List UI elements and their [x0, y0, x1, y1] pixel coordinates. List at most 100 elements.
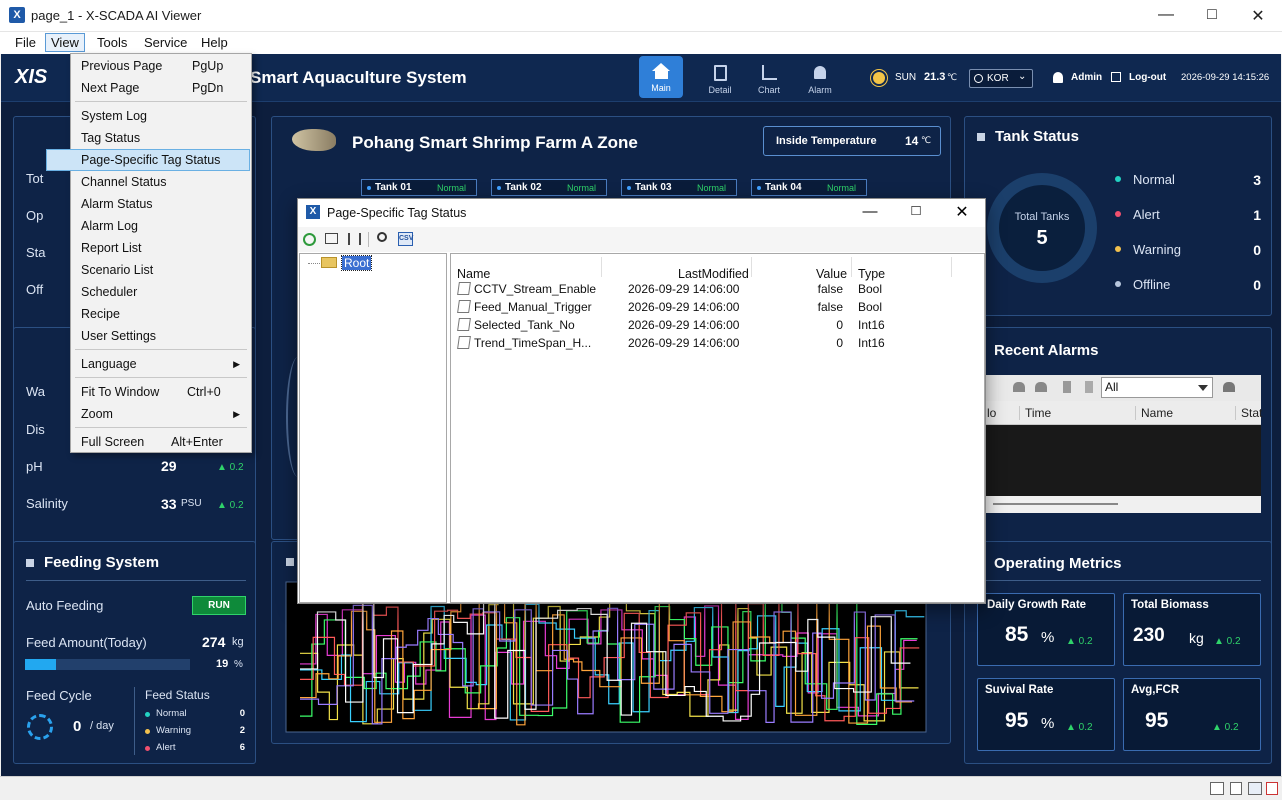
refresh-icon[interactable]: [303, 233, 316, 246]
menu-report-list[interactable]: Report List: [72, 237, 250, 259]
tank-tab-1[interactable]: Tank 01 Normal: [361, 179, 477, 196]
nav-detail[interactable]: Detail: [698, 56, 742, 98]
logout-link[interactable]: Log-out: [1129, 72, 1166, 83]
menu-scheduler[interactable]: Scheduler: [72, 281, 250, 303]
feeding-divider: [26, 580, 246, 581]
col-type[interactable]: Type: [858, 267, 885, 281]
auto-feeding-state[interactable]: RUN: [192, 596, 246, 615]
tank-tab-3[interactable]: Tank 03 Normal: [621, 179, 737, 196]
alarm-filter-icon[interactable]: [1085, 381, 1093, 393]
expand-all-icon[interactable]: [325, 233, 338, 244]
menu-recipe[interactable]: Recipe: [72, 303, 250, 325]
menu-scenario-list[interactable]: Scenario List: [72, 259, 250, 281]
nav-alarm[interactable]: Alarm: [798, 56, 842, 98]
submenu-arrow-icon: ▶: [233, 409, 240, 419]
menu-fit-to-window-shortcut: Ctrl+0: [187, 385, 221, 399]
dialog-close-button[interactable]: ✕: [942, 202, 982, 222]
alarm-col-no[interactable]: lo: [987, 406, 996, 420]
alarm-hscrollbar[interactable]: [985, 496, 1261, 513]
minimize-button[interactable]: —: [1143, 6, 1189, 24]
alarm-col-name[interactable]: Name: [1135, 406, 1173, 420]
menu-language[interactable]: Language ▶: [72, 353, 250, 375]
warning-count: 0: [1253, 242, 1261, 258]
menu-file[interactable]: File: [10, 34, 41, 51]
close-button[interactable]: ✕: [1235, 6, 1281, 26]
feed-status-divider: [134, 687, 135, 755]
alarm-sound-icon[interactable]: [1223, 382, 1235, 392]
dialog-minimize-button[interactable]: —: [850, 203, 890, 220]
menu-fit-to-window[interactable]: Fit To Window Ctrl+0: [72, 381, 250, 403]
row-modified: 2026-09-29 14:06:00: [628, 300, 740, 314]
feeding-title-marker: [26, 559, 34, 568]
menu-system-log[interactable]: System Log: [72, 105, 250, 127]
alarm-hscroll-thumb[interactable]: [993, 503, 1118, 505]
analog-tag-icon: [457, 336, 471, 349]
export-csv-icon[interactable]: CSV: [398, 232, 413, 246]
status-document-icon[interactable]: [1230, 782, 1242, 795]
tank-4-name: Tank 04: [765, 182, 802, 193]
inside-temp-box: Inside Temperature 14 ℃: [763, 126, 941, 156]
nav-main[interactable]: Main: [639, 56, 683, 98]
alarm-filter-select[interactable]: All: [1101, 377, 1213, 398]
language-select[interactable]: KOR ⌄: [969, 69, 1033, 88]
menu-full-screen[interactable]: Full Screen Alt+Enter: [72, 431, 250, 453]
tree-view-icon[interactable]: [348, 233, 361, 245]
inside-temp-value: 14: [905, 134, 919, 148]
menu-zoom[interactable]: Zoom ▶: [72, 403, 250, 425]
menu-user-settings[interactable]: User Settings: [72, 325, 250, 347]
tree-root-node[interactable]: Root: [340, 255, 373, 271]
total-tanks-label: Total Tanks: [1014, 211, 1070, 223]
menu-previous-page[interactable]: Previous Page PgUp: [72, 55, 250, 77]
menu-help[interactable]: Help: [196, 34, 233, 51]
metric-card-survival: Suvival Rate 95 % ▲ 0.2: [977, 678, 1115, 751]
globe-icon: [974, 74, 983, 83]
ph-label: pH: [26, 459, 43, 474]
col-divider: [951, 257, 952, 277]
alarm-bell-off-icon[interactable]: [1063, 381, 1071, 393]
status-error-icon[interactable]: [1266, 782, 1278, 795]
offline-label: Offline: [1133, 277, 1171, 292]
logout-icon[interactable]: [1111, 72, 1121, 82]
alarm-col-status[interactable]: Stat: [1235, 406, 1262, 420]
alarm-ack-icon[interactable]: [1013, 382, 1025, 392]
status-chart-icon[interactable]: [1210, 782, 1224, 795]
nav-chart[interactable]: Chart: [747, 56, 791, 98]
col-last-modified[interactable]: LastModified: [678, 267, 749, 281]
menu-service[interactable]: Service: [139, 34, 192, 51]
menu-view[interactable]: View: [45, 33, 85, 52]
dialog-titlebar: X Page-Specific Tag Status — □ ✕: [298, 199, 985, 227]
menu-tools[interactable]: Tools: [92, 34, 132, 51]
menu-page-specific-tag-status[interactable]: Page-Specific Tag Status: [46, 149, 250, 171]
maximize-button[interactable]: □: [1189, 6, 1235, 24]
alarm-ack-all-icon[interactable]: [1035, 382, 1047, 392]
menu-channel-status[interactable]: Channel Status: [72, 171, 250, 193]
menu-alarm-log[interactable]: Alarm Log: [72, 215, 250, 237]
tank-tab-2[interactable]: Tank 02 Normal: [491, 179, 607, 196]
app-icon: X: [9, 7, 25, 23]
menu-next-page[interactable]: Next Page PgDn: [72, 77, 250, 99]
refresh-cycle-icon: [27, 714, 53, 740]
table-row[interactable]: Trend_TimeSpan_H... 2026-09-29 14:06:00 …: [451, 334, 981, 352]
table-row[interactable]: Selected_Tank_No 2026-09-29 14:06:00 0 I…: [451, 316, 981, 334]
toolbar-separator: [368, 232, 369, 247]
col-divider: [601, 257, 602, 277]
menu-tag-status[interactable]: Tag Status: [72, 127, 250, 149]
col-name[interactable]: Name: [457, 267, 490, 281]
menu-fit-to-window-label: Fit To Window: [81, 385, 160, 399]
tank-4-status: Normal: [827, 183, 857, 193]
tank-4-dot: [757, 186, 761, 190]
tank-tab-4[interactable]: Tank 04 Normal: [751, 179, 867, 196]
tank-1-dot: [367, 186, 371, 190]
status-network-icon[interactable]: [1248, 782, 1262, 795]
table-row[interactable]: Feed_Manual_Trigger 2026-09-29 14:06:00 …: [451, 298, 981, 316]
table-row[interactable]: CCTV_Stream_Enable 2026-09-29 14:06:00 f…: [451, 280, 981, 298]
menu-alarm-status[interactable]: Alarm Status: [72, 193, 250, 215]
search-icon[interactable]: [377, 232, 387, 242]
dialog-maximize-button[interactable]: □: [896, 202, 936, 219]
row-modified: 2026-09-29 14:06:00: [628, 318, 740, 332]
metric-survival-delta: ▲ 0.2: [1066, 722, 1093, 733]
tank-3-dot: [627, 186, 631, 190]
col-value[interactable]: Value: [816, 267, 847, 281]
alarm-col-time[interactable]: Time: [1019, 406, 1051, 420]
feed-amount-label: Feed Amount(Today): [26, 635, 147, 650]
